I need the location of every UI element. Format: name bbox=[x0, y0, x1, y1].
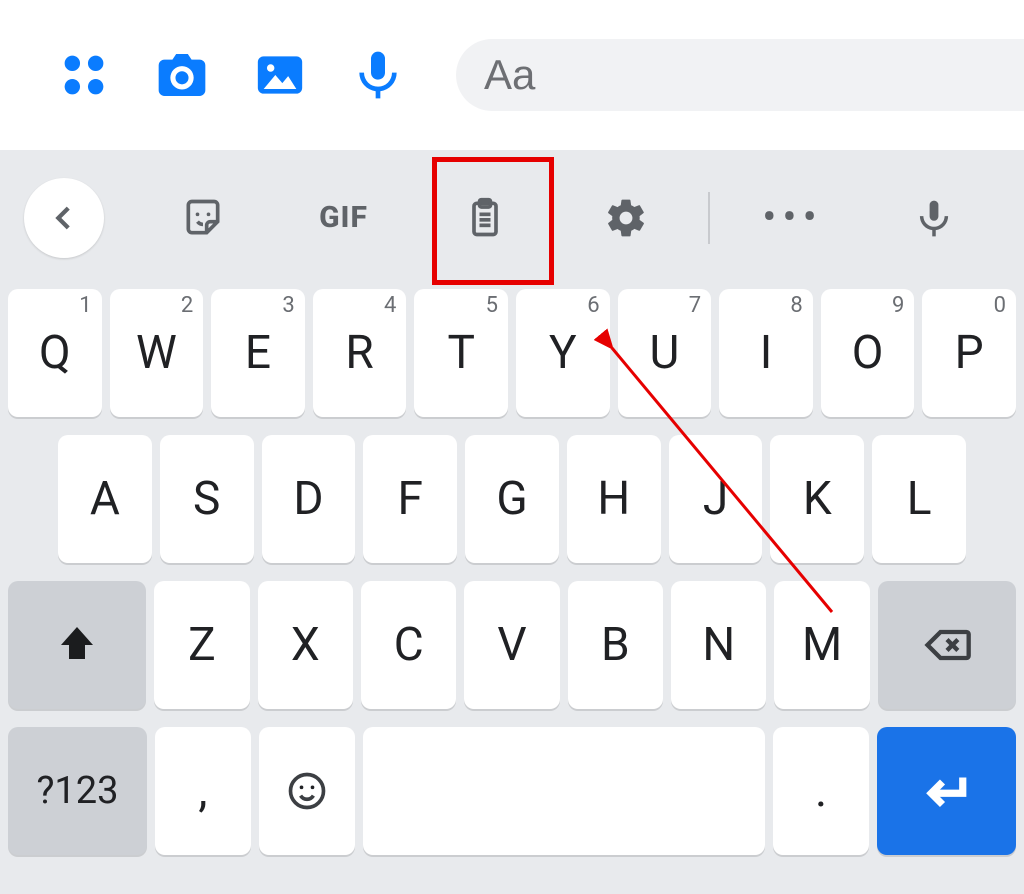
key-r[interactable]: R4 bbox=[313, 289, 407, 417]
sticker-icon[interactable] bbox=[136, 178, 269, 258]
key-f[interactable]: F bbox=[363, 435, 457, 563]
key-space[interactable] bbox=[363, 727, 766, 855]
message-input[interactable] bbox=[484, 51, 1024, 99]
voice-typing-icon[interactable] bbox=[867, 178, 1000, 258]
key-period[interactable]: . bbox=[773, 727, 869, 855]
keyboard-toolbar: GIF ••• bbox=[0, 150, 1024, 285]
key-row-1: Q1 W2 E3 R4 T5 Y6 U7 I8 O9 P0 bbox=[8, 289, 1016, 417]
key-q[interactable]: Q1 bbox=[8, 289, 102, 417]
key-y[interactable]: Y6 bbox=[516, 289, 610, 417]
key-l[interactable]: L bbox=[872, 435, 966, 563]
key-symbols[interactable]: ?123 bbox=[8, 727, 147, 855]
key-t[interactable]: T5 bbox=[414, 289, 508, 417]
key-b[interactable]: B bbox=[568, 581, 663, 709]
key-u[interactable]: U7 bbox=[618, 289, 712, 417]
clipboard-icon[interactable] bbox=[418, 178, 551, 258]
key-n[interactable]: N bbox=[671, 581, 766, 709]
key-backspace[interactable] bbox=[878, 581, 1016, 709]
key-m[interactable]: M bbox=[774, 581, 869, 709]
key-a[interactable]: A bbox=[58, 435, 152, 563]
key-comma[interactable]: , bbox=[155, 727, 251, 855]
key-emoji[interactable] bbox=[259, 727, 355, 855]
key-k[interactable]: K bbox=[770, 435, 864, 563]
key-w[interactable]: W2 bbox=[110, 289, 204, 417]
settings-icon[interactable] bbox=[559, 178, 692, 258]
more-icon[interactable]: ••• bbox=[726, 178, 859, 258]
key-i[interactable]: I8 bbox=[719, 289, 813, 417]
key-row-4: ?123 , . bbox=[8, 727, 1016, 855]
key-j[interactable]: J bbox=[669, 435, 763, 563]
messenger-compose-bar bbox=[0, 0, 1024, 150]
key-row-3: Z X C V B N M bbox=[8, 581, 1016, 709]
camera-icon[interactable] bbox=[154, 47, 210, 103]
gallery-icon[interactable] bbox=[252, 47, 308, 103]
gif-button[interactable]: GIF bbox=[277, 178, 410, 258]
key-c[interactable]: C bbox=[361, 581, 456, 709]
toolbar-separator bbox=[708, 192, 710, 244]
keyboard-collapse-button[interactable] bbox=[24, 178, 104, 258]
key-d[interactable]: D bbox=[262, 435, 356, 563]
key-shift[interactable] bbox=[8, 581, 146, 709]
key-x[interactable]: X bbox=[258, 581, 353, 709]
key-enter[interactable] bbox=[877, 727, 1016, 855]
key-v[interactable]: V bbox=[464, 581, 559, 709]
key-e[interactable]: E3 bbox=[211, 289, 305, 417]
apps-icon[interactable] bbox=[56, 47, 112, 103]
key-p[interactable]: P0 bbox=[922, 289, 1016, 417]
voice-message-icon[interactable] bbox=[350, 47, 406, 103]
key-h[interactable]: H bbox=[567, 435, 661, 563]
key-s[interactable]: S bbox=[160, 435, 254, 563]
keyboard: GIF ••• Q1 W2 E3 R4 T5 Y6 U7 I8 O9 P0 A bbox=[0, 150, 1024, 894]
key-z[interactable]: Z bbox=[154, 581, 249, 709]
key-rows: Q1 W2 E3 R4 T5 Y6 U7 I8 O9 P0 A S D F G … bbox=[0, 285, 1024, 894]
key-g[interactable]: G bbox=[465, 435, 559, 563]
key-o[interactable]: O9 bbox=[821, 289, 915, 417]
message-input-wrap[interactable] bbox=[456, 39, 1024, 111]
key-row-2: A S D F G H J K L bbox=[8, 435, 1016, 563]
